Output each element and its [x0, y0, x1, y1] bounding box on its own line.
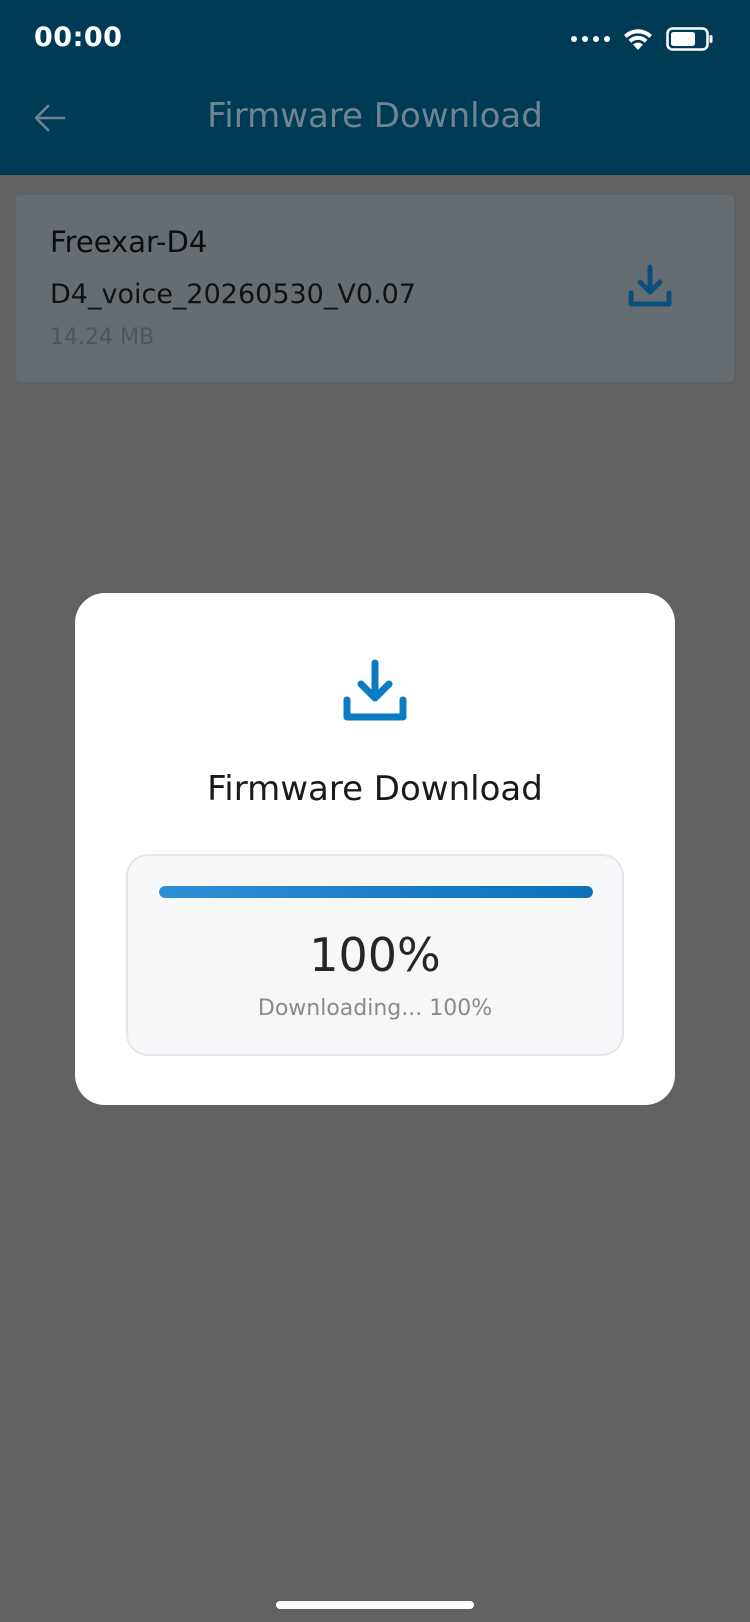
firmware-list-item[interactable]: Freexar-D4 D4_voice_20260530_V0.07 14.24… — [16, 195, 734, 382]
download-icon[interactable] — [626, 263, 674, 311]
dialog-title: Firmware Download — [207, 769, 543, 809]
signal-dots-icon — [571, 36, 610, 42]
home-indicator[interactable] — [276, 1601, 474, 1609]
progress-bar-fill — [159, 886, 593, 898]
firmware-file-name: D4_voice_20260530_V0.07 — [50, 279, 416, 310]
page-title: Firmware Download — [207, 96, 543, 136]
progress-bar — [159, 886, 593, 898]
download-dialog: Firmware Download 100% Downloading... 10… — [75, 593, 675, 1105]
progress-percent: 100% — [309, 928, 441, 982]
status-icons — [571, 24, 714, 54]
app-header: 00:00 Firmware Download — [0, 0, 750, 175]
firmware-name: Freexar-D4 — [50, 225, 208, 259]
battery-icon — [666, 27, 713, 51]
top-bar: Firmware Download — [0, 82, 750, 175]
progress-status-text: Downloading... 100% — [257, 996, 493, 1021]
wifi-icon — [624, 29, 652, 50]
download-icon — [343, 659, 407, 721]
status-time: 00:00 — [34, 22, 123, 53]
status-bar: 00:00 — [0, 0, 750, 82]
firmware-file-size: 14.24 MB — [50, 325, 155, 350]
progress-panel: 100% Downloading... 100% — [126, 854, 624, 1056]
